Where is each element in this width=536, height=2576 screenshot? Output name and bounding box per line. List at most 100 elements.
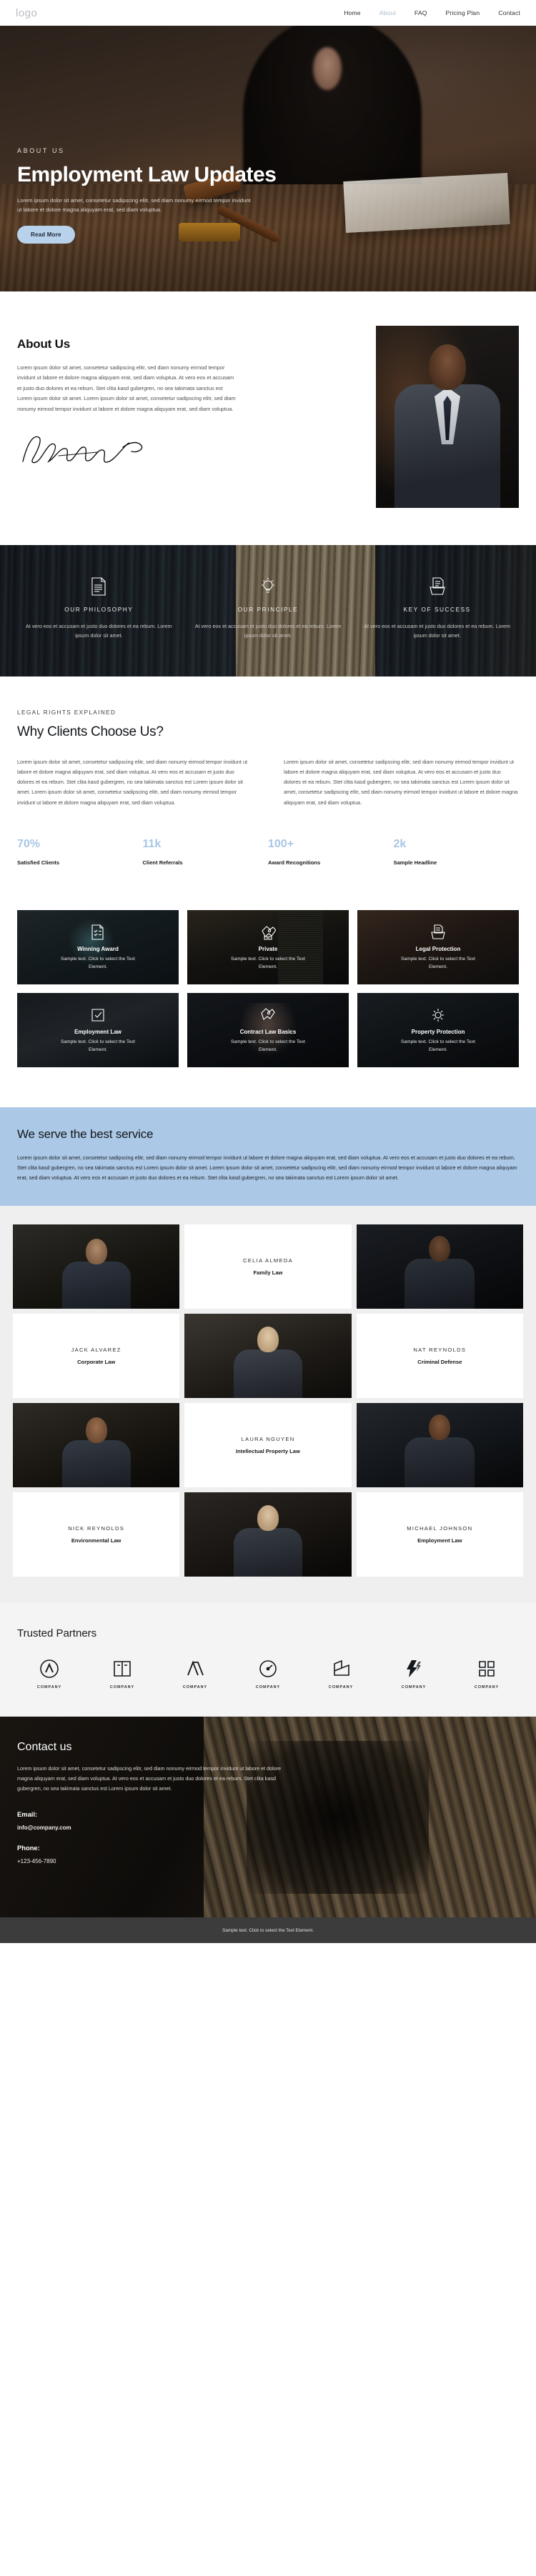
lightning-icon: [407, 1660, 421, 1678]
pillar-title: OUR PHILOSOPHY: [64, 606, 134, 613]
why-eyebrow: LEGAL RIGHTS EXPLAINED: [17, 709, 116, 716]
pillars-row: OUR PHILOSOPHY At vero eos et accusam et…: [0, 575, 536, 641]
stat-award-recognitions: 100+ Award Recognitions: [268, 838, 394, 866]
team-member-laura-nguyen[interactable]: LAURA NGUYEN Intellectual Property Law: [184, 1403, 352, 1488]
why-heading: Why Clients Choose Us?: [17, 724, 164, 739]
pillar-title: OUR PRINCIPLE: [237, 606, 299, 613]
phone-value[interactable]: +123-456-7890: [17, 1858, 289, 1864]
team-member-role: Criminal Defense: [417, 1359, 462, 1366]
handshake-icon: [260, 923, 276, 942]
team-photo: [356, 1224, 523, 1309]
team-member-role: Environmental Law: [71, 1537, 121, 1544]
gear-icon: [430, 1006, 446, 1024]
feature-card-winning-award[interactable]: Winning Award Sample text. Click to sele…: [17, 909, 179, 984]
partner-logo-3[interactable]: COMPANY: [163, 1658, 227, 1689]
partner-logo-1[interactable]: COMPANY: [17, 1658, 81, 1689]
partners-heading: Trusted Partners: [17, 1627, 97, 1640]
serve-banner: We serve the best service Lorem ipsum do…: [0, 1107, 536, 1207]
why-column-right: Lorem ipsum dolor sit amet, consetetur s…: [284, 758, 518, 806]
partner-logo-row: COMPANY COMPANY COMPANY COMPANY COMPANY …: [17, 1658, 519, 1689]
feature-card-title: Legal Protection: [415, 946, 461, 953]
checklist-document-icon: [90, 923, 106, 942]
why-column-left: Lorem ipsum dolor sit amet, consetetur s…: [17, 758, 248, 806]
why-columns: Lorem ipsum dolor sit amet, consetetur s…: [17, 757, 519, 808]
phone-label: Phone:: [17, 1844, 40, 1852]
about-text-column: About Us Lorem ipsum dolor sit amet, con…: [17, 326, 357, 508]
feature-card-title: Private: [258, 946, 278, 953]
speedometer-icon: [259, 1660, 277, 1678]
feature-card-employment-law[interactable]: Employment Law Sample text. Click to sel…: [17, 992, 179, 1067]
team-photo: [356, 1403, 523, 1488]
lightbulb-icon: [194, 575, 343, 596]
nav-item-faq[interactable]: FAQ: [415, 9, 427, 16]
about-photo-column: [376, 326, 519, 508]
site-logo[interactable]: logo: [16, 7, 37, 19]
footer-bar: Sample text. Click to select the Text El…: [0, 1917, 536, 1944]
read-more-button[interactable]: Read More: [17, 226, 75, 244]
about-page: logo Home About FAQ Pricing Plan Contact…: [0, 0, 536, 1944]
feature-card-private[interactable]: Private Sample text. Click to select the…: [187, 909, 349, 984]
team-member-role: Employment Law: [417, 1537, 462, 1544]
team-member-michael-johnson[interactable]: MICHAEL JOHNSON Employment Law: [356, 1492, 523, 1577]
stat-value: 2k: [393, 837, 407, 850]
feature-cards-row-1: Winning Award Sample text. Click to sele…: [17, 909, 519, 984]
partner-name: COMPANY: [182, 1685, 208, 1690]
feature-card-desc: Sample text. Click to select the Text El…: [401, 957, 475, 969]
nav-item-contact[interactable]: Contact: [498, 9, 520, 16]
email-value[interactable]: info@company.com: [17, 1824, 289, 1831]
pillar-text: At vero eos et accusam et justo duo dolo…: [194, 623, 342, 639]
shield-check-icon: [90, 1006, 106, 1024]
team-member-jack-alvarez[interactable]: JACK ALVAREZ Corporate Law: [13, 1314, 180, 1399]
team-member-name: CELIA ALMEDA: [242, 1257, 294, 1264]
team-member-celia-almeda[interactable]: CELIA ALMEDA Family Law: [184, 1224, 352, 1309]
contact-paragraph: Lorem ipsum dolor sit amet, consetetur s…: [17, 1765, 282, 1792]
contact-section: Contact us Lorem ipsum dolor sit amet, c…: [0, 1717, 536, 1918]
partner-logo-4[interactable]: COMPANY: [236, 1658, 300, 1689]
document-lines-icon: [24, 575, 174, 596]
feature-card-contract-law-basics[interactable]: Contract Law Basics Sample text. Click t…: [187, 992, 349, 1067]
stat-label: Sample Headline: [393, 859, 437, 866]
team-member-nat-reynolds[interactable]: NAT REYNOLDS Criminal Defense: [356, 1314, 523, 1399]
team-row-4: NICK REYNOLDS Environmental Law MICHAEL …: [13, 1492, 523, 1577]
stat-value: 11k: [142, 837, 162, 850]
team-photo: [13, 1403, 180, 1488]
contact-heading: Contact us: [17, 1741, 72, 1754]
partner-name: COMPANY: [474, 1685, 500, 1690]
stat-label: Satisfied Clients: [17, 859, 60, 866]
partner-logo-7[interactable]: COMPANY: [455, 1658, 519, 1689]
team-member-name: NICK REYNOLDS: [68, 1525, 125, 1532]
team-member-role: Intellectual Property Law: [236, 1448, 300, 1455]
feature-card-property-protection[interactable]: Property Protection Sample text. Click t…: [357, 992, 519, 1067]
stat-label: Award Recognitions: [268, 859, 321, 866]
stat-label: Client Referrals: [142, 859, 183, 866]
team-grid: CELIA ALMEDA Family Law JACK ALVAREZ Cor…: [0, 1206, 536, 1604]
nav-item-home[interactable]: Home: [344, 9, 360, 16]
flag-stripes-icon: [187, 1660, 204, 1676]
partner-logo-2[interactable]: COMPANY: [90, 1658, 154, 1689]
feature-card-desc: Sample text. Click to select the Text El…: [231, 1039, 305, 1052]
team-member-role: Family Law: [253, 1269, 283, 1277]
team-member-name: LAURA NGUYEN: [241, 1436, 295, 1443]
team-row-1: CELIA ALMEDA Family Law: [13, 1224, 523, 1309]
feature-card-title: Employment Law: [74, 1029, 121, 1036]
partner-name: COMPANY: [255, 1685, 281, 1690]
feature-card-title: Contract Law Basics: [239, 1029, 297, 1036]
signature-image: [17, 430, 146, 469]
nav-item-about[interactable]: About: [379, 9, 396, 16]
team-photo: [184, 1492, 352, 1577]
partner-logo-5[interactable]: COMPANY: [309, 1658, 373, 1689]
feature-card-legal-protection[interactable]: Legal Protection Sample text. Click to s…: [357, 909, 519, 984]
stat-satisfied-clients: 70% Satisfied Clients: [17, 838, 143, 866]
page-title: Employment Law Updates: [17, 163, 277, 186]
partner-logo-6[interactable]: COMPANY: [382, 1658, 446, 1689]
stat-value: 70%: [17, 837, 41, 850]
nav-item-pricing-plan[interactable]: Pricing Plan: [446, 9, 480, 16]
team-member-nick-reynolds[interactable]: NICK REYNOLDS Environmental Law: [13, 1492, 180, 1577]
pillar-our-principle: OUR PRINCIPLE At vero eos et accusam et …: [184, 575, 353, 641]
feature-cards-row-2: Employment Law Sample text. Click to sel…: [17, 992, 519, 1067]
feature-card-title: Winning Award: [77, 946, 119, 953]
team-photo: [13, 1224, 180, 1309]
hero-content: ABOUT US Employment Law Updates Lorem ip…: [0, 26, 536, 244]
team-member-name: NAT REYNOLDS: [413, 1347, 467, 1354]
feature-card-desc: Sample text. Click to select the Text El…: [401, 1039, 475, 1052]
